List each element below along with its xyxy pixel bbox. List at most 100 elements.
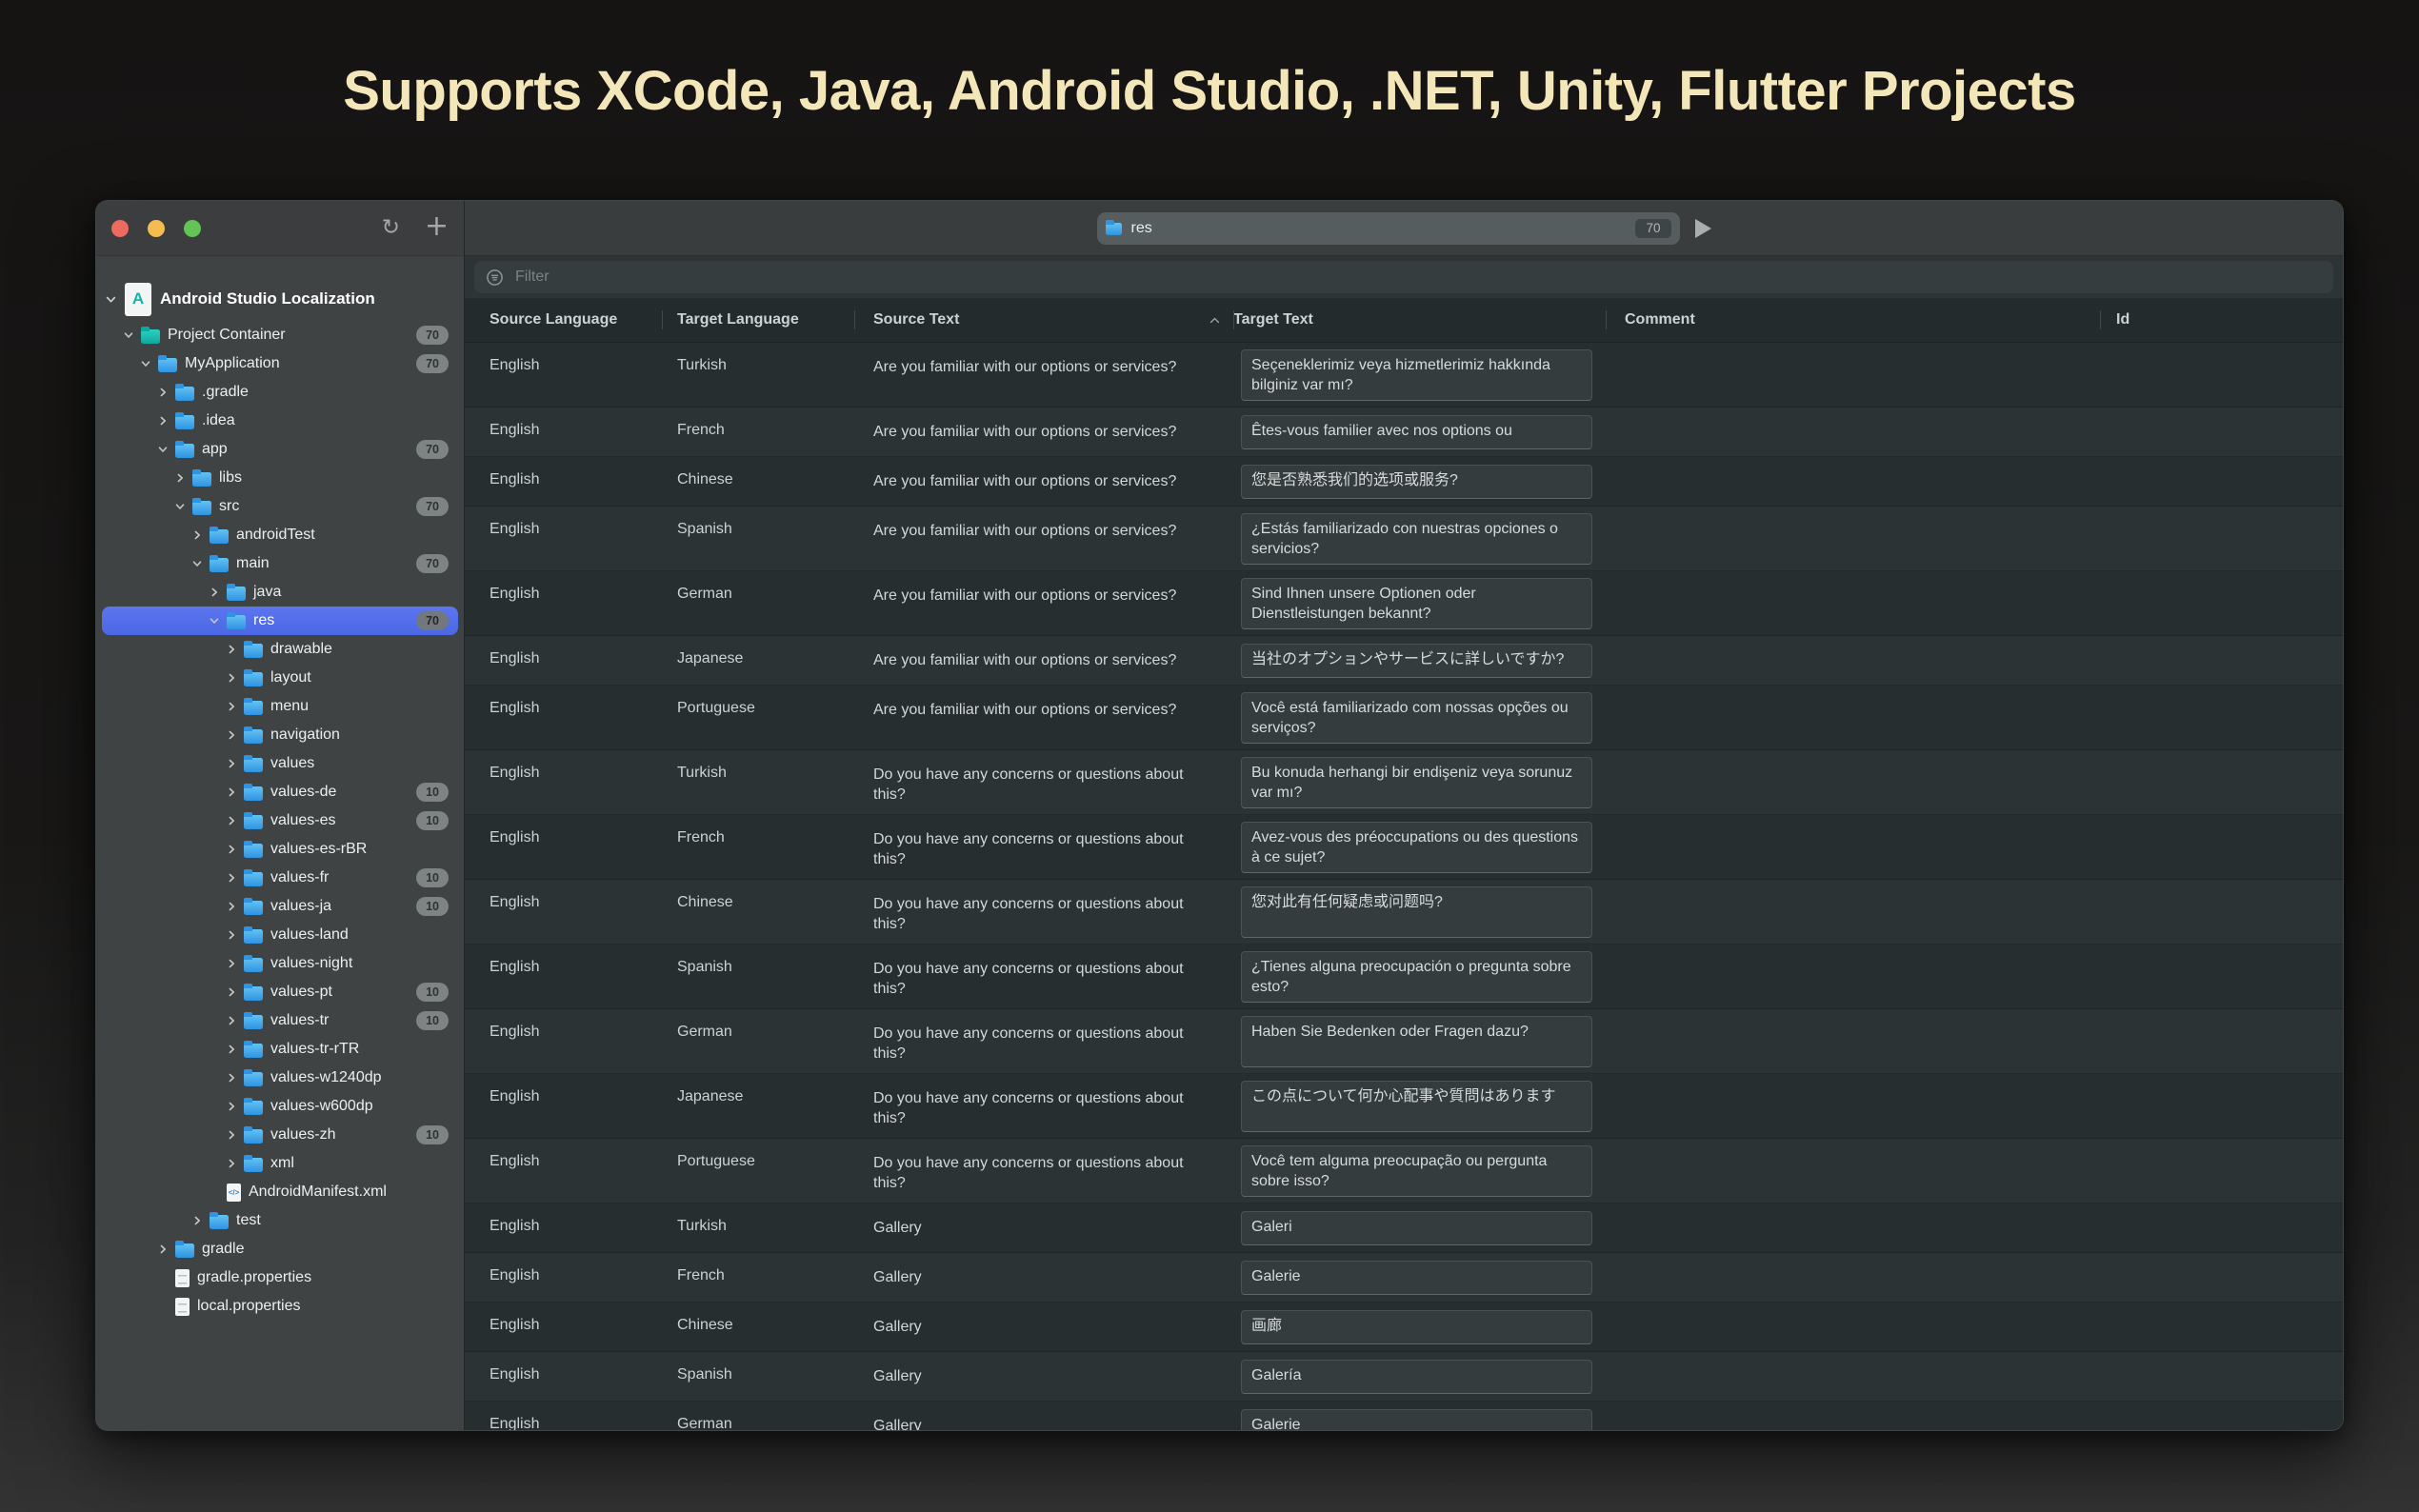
target-text-input[interactable]: 您是否熟悉我们的选项或服务? [1241,465,1592,499]
chevron-down-icon[interactable] [157,445,168,454]
tree-item-project-container[interactable]: Project Container70 [102,321,458,349]
tree-item-drawable[interactable]: drawable [102,635,458,664]
chevron-right-icon[interactable] [226,1159,236,1168]
target-text-input[interactable]: Você tem alguma preocupação ou pergunta … [1241,1145,1592,1197]
tree-item-navigation[interactable]: navigation [102,721,458,749]
chevron-down-icon[interactable] [209,616,219,626]
table-row[interactable]: EnglishGermanDo you have any concerns or… [465,1009,2343,1074]
filter-field[interactable] [474,261,2333,293]
tree-item-values-land[interactable]: values-land [102,921,458,949]
tree-item-values-w1240dp[interactable]: values-w1240dp [102,1064,458,1092]
chevron-right-icon[interactable] [226,873,236,883]
target-text-input[interactable]: 当社のオプションやサービスに詳しいですか? [1241,644,1592,678]
target-text-input[interactable]: Seçeneklerimiz veya hizmetlerimiz hakkın… [1241,349,1592,401]
column-header-source-language[interactable]: Source Language [465,298,662,342]
tree-item-values-es-rbr[interactable]: values-es-rBR [102,835,458,864]
table-row[interactable]: EnglishGermanAre you familiar with our o… [465,571,2343,636]
chevron-right-icon[interactable] [226,1044,236,1054]
tree-item-values-w600dp[interactable]: values-w600dp [102,1092,458,1121]
table-row[interactable]: EnglishGermanGalleryGalerie [465,1402,2343,1430]
comment-cell[interactable] [1606,750,2100,814]
refresh-icon[interactable]: ↻ [382,217,400,239]
close-window-button[interactable] [111,220,129,237]
table-row[interactable]: EnglishPortugueseAre you familiar with o… [465,686,2343,750]
chevron-right-icon[interactable] [226,959,236,968]
tree-item-res[interactable]: res70 [102,607,458,635]
chevron-down-icon[interactable] [174,502,185,511]
tree-item-values-tr-rtr[interactable]: values-tr-rTR [102,1035,458,1064]
tree-item-androidtest[interactable]: androidTest [102,521,458,549]
tree-item-values-es[interactable]: values-es10 [102,806,458,835]
comment-cell[interactable] [1606,686,2100,749]
column-header-id[interactable]: Id [2100,298,2343,342]
target-text-input[interactable]: Êtes-vous familier avec nos options ou [1241,415,1592,449]
comment-cell[interactable] [1606,815,2100,879]
comment-cell[interactable] [1606,945,2100,1008]
column-header-target-text[interactable]: Target Text [1233,298,1606,342]
comment-cell[interactable] [1606,457,2100,506]
comment-cell[interactable] [1606,1204,2100,1252]
run-button[interactable] [1695,219,1711,238]
tree-item-values-fr[interactable]: values-fr10 [102,864,458,892]
target-text-input[interactable]: ¿Estás familiarizado con nuestras opcion… [1241,513,1592,565]
tree-item-androidmanifest-xml[interactable]: </>AndroidManifest.xml [102,1178,458,1206]
table-row[interactable]: EnglishJapaneseDo you have any concerns … [465,1074,2343,1139]
chevron-right-icon[interactable] [174,473,185,483]
tree-item-values-zh[interactable]: values-zh10 [102,1121,458,1149]
path-field[interactable]: res 70 [1097,212,1680,245]
tree-item-app[interactable]: app70 [102,435,458,464]
tree-item--idea[interactable]: .idea [102,407,458,435]
tree-item-xml[interactable]: xml [102,1149,458,1178]
table-row[interactable]: EnglishChineseAre you familiar with our … [465,457,2343,507]
comment-cell[interactable] [1606,343,2100,407]
comment-cell[interactable] [1606,1139,2100,1203]
comment-cell[interactable] [1606,880,2100,944]
chevron-right-icon[interactable] [157,388,168,397]
comment-cell[interactable] [1606,1253,2100,1302]
chevron-right-icon[interactable] [157,1244,168,1254]
chevron-right-icon[interactable] [226,1130,236,1140]
minimize-window-button[interactable] [148,220,165,237]
comment-cell[interactable] [1606,636,2100,685]
target-text-input[interactable]: Galería [1241,1360,1592,1394]
zoom-window-button[interactable] [184,220,201,237]
tree-item-local-properties[interactable]: local.properties [102,1292,458,1321]
chevron-right-icon[interactable] [191,1216,202,1225]
tree-item-values[interactable]: values [102,749,458,778]
chevron-right-icon[interactable] [226,702,236,711]
tree-item-values-night[interactable]: values-night [102,949,458,978]
chevron-down-icon[interactable] [123,330,133,340]
chevron-right-icon[interactable] [226,730,236,740]
chevron-right-icon[interactable] [191,530,202,540]
target-text-input[interactable]: ¿Tienes alguna preocupación o pregunta s… [1241,951,1592,1003]
chevron-right-icon[interactable] [226,645,236,654]
chevron-right-icon[interactable] [226,930,236,940]
chevron-right-icon[interactable] [209,587,219,597]
comment-cell[interactable] [1606,1352,2100,1401]
table-row[interactable]: EnglishFrenchDo you have any concerns or… [465,815,2343,880]
table-row[interactable]: EnglishTurkishAre you familiar with our … [465,343,2343,408]
table-row[interactable]: EnglishJapaneseAre you familiar with our… [465,636,2343,686]
chevron-right-icon[interactable] [226,787,236,797]
tree-item-values-tr[interactable]: values-tr10 [102,1006,458,1035]
chevron-down-icon[interactable] [140,359,150,368]
filter-input[interactable] [513,268,2322,287]
target-text-input[interactable]: Galerie [1241,1261,1592,1295]
target-text-input[interactable]: Haben Sie Bedenken oder Fragen dazu? [1241,1016,1592,1067]
target-text-input[interactable]: Sind Ihnen unsere Optionen oder Dienstle… [1241,578,1592,629]
table-row[interactable]: EnglishTurkishGalleryGaleri [465,1204,2343,1253]
chevron-right-icon[interactable] [226,1016,236,1025]
target-text-input[interactable]: この点について何か心配事や質問はあります [1241,1081,1592,1132]
comment-cell[interactable] [1606,571,2100,635]
target-text-input[interactable]: Bu konuda herhangi bir endişeniz veya so… [1241,757,1592,808]
comment-cell[interactable] [1606,408,2100,456]
comment-cell[interactable] [1606,1074,2100,1138]
column-header-comment[interactable]: Comment [1606,298,2100,342]
target-text-input[interactable]: Você está familiarizado com nossas opçõe… [1241,692,1592,744]
column-header-source-text[interactable]: Source Text [854,298,1233,342]
target-text-input[interactable]: Galerie [1241,1409,1592,1430]
chevron-right-icon[interactable] [226,759,236,768]
tree-item-main[interactable]: main70 [102,549,458,578]
tree-item-gradle[interactable]: gradle [102,1235,458,1263]
sort-ascending-icon[interactable] [1210,317,1220,324]
